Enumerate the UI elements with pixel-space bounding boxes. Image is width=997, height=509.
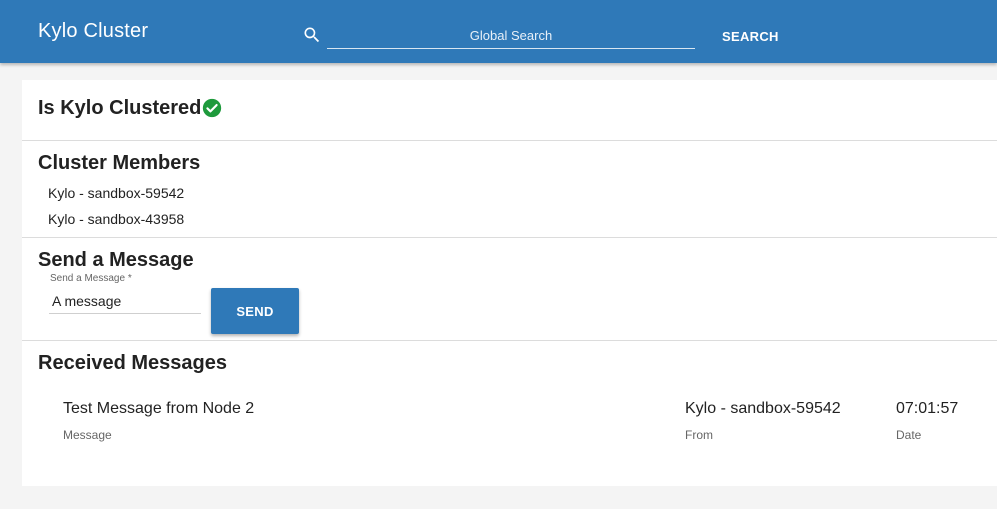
top-toolbar: Kylo Cluster SEARCH <box>0 0 997 63</box>
app-title: Kylo Cluster <box>38 20 149 42</box>
is-clustered-title: Is Kylo Clustered <box>38 97 202 119</box>
section-divider <box>22 340 997 341</box>
global-search-input[interactable] <box>327 22 695 49</box>
received-messages-title: Received Messages <box>38 352 228 374</box>
message-input[interactable] <box>49 288 201 314</box>
section-divider <box>22 140 997 141</box>
cluster-member-item: Kylo - sandbox-43958 <box>48 211 185 227</box>
message-text: Test Message from Node 2 <box>63 400 255 417</box>
cluster-members-title: Cluster Members <box>38 152 201 174</box>
cluster-card: Is Kylo Clustered Cluster Members Kylo -… <box>22 80 997 486</box>
message-date: 07:01:57 <box>896 400 959 417</box>
message-from: Kylo - sandbox-59542 <box>685 400 841 417</box>
message-field-label: Send a Message * <box>50 273 132 284</box>
search-button[interactable]: SEARCH <box>712 22 789 50</box>
search-icon[interactable] <box>302 25 322 45</box>
check-circle-icon <box>202 98 222 118</box>
message-caption: Message <box>63 428 112 442</box>
send-button[interactable]: SEND <box>211 288 299 334</box>
cluster-member-item: Kylo - sandbox-59542 <box>48 185 185 201</box>
send-message-title: Send a Message <box>38 249 194 271</box>
from-caption: From <box>685 428 713 442</box>
date-caption: Date <box>896 428 922 442</box>
section-divider <box>22 237 997 238</box>
